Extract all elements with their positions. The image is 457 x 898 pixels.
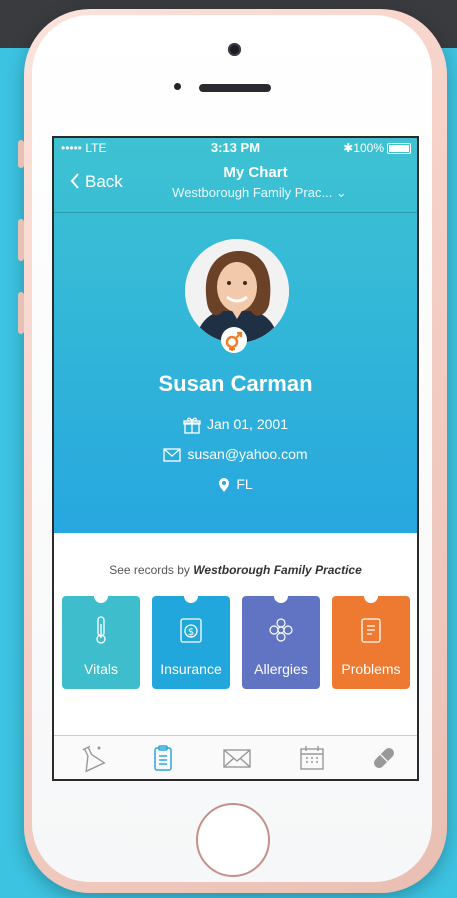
tab-chart[interactable]	[148, 743, 178, 773]
patient-name: Susan Carman	[158, 371, 313, 396]
earpiece-speaker	[199, 84, 271, 92]
birthday-row: Jan 01, 2001	[54, 416, 417, 434]
gender-badge	[221, 327, 247, 353]
pill-icon	[374, 748, 394, 768]
volume-up-button	[18, 219, 24, 261]
location-text: FL	[236, 476, 253, 492]
tile-problems[interactable]: Problems	[332, 595, 410, 689]
birthday-text: Jan 01, 2001	[207, 416, 288, 432]
tab-labs[interactable]	[76, 743, 106, 773]
mute-switch	[18, 140, 24, 168]
profile-header: ••••• LTE 3:13 PM ✱100% Back My Chart We…	[54, 138, 417, 533]
email-row: susan@yahoo.com	[54, 446, 417, 462]
tab-messages[interactable]	[222, 743, 252, 773]
app-screen: ••••• LTE 3:13 PM ✱100% Back My Chart We…	[52, 136, 419, 781]
flower-icon	[269, 618, 293, 642]
tile-insurance[interactable]: $ Insurance	[152, 595, 230, 689]
tile-notch	[364, 595, 378, 603]
tile-allergies[interactable]: Allergies	[242, 595, 320, 689]
battery-icon	[387, 143, 411, 154]
email-text: susan@yahoo.com	[187, 446, 308, 462]
battery-percent: ✱100%	[343, 141, 384, 155]
records-section: See records by Westborough Family Practi…	[54, 533, 417, 735]
home-button[interactable]	[196, 803, 270, 877]
status-bar: ••••• LTE 3:13 PM ✱100%	[54, 138, 417, 158]
chevron-left-icon	[70, 173, 79, 189]
practice-name: Westborough Family Practice	[193, 563, 362, 577]
page-title: My Chart	[223, 164, 288, 181]
gender-icon	[225, 331, 243, 351]
calendar-icon	[300, 746, 324, 770]
clipboard-icon	[154, 745, 172, 771]
navigation-bar: Back My Chart Westborough Family Prac...…	[54, 160, 417, 213]
tile-vitals[interactable]: Vitals	[62, 595, 140, 689]
tile-label: Vitals	[84, 661, 118, 677]
location-row: FL	[54, 476, 417, 493]
tile-label: Problems	[341, 661, 401, 677]
location-pin-icon	[219, 478, 230, 493]
tile-notch	[184, 595, 198, 603]
thermometer-icon	[96, 616, 106, 644]
svg-text:$: $	[188, 627, 194, 638]
practice-selector[interactable]: Westborough Family Prac... ⌄	[142, 185, 377, 201]
tab-bar	[54, 735, 417, 779]
tile-label: Allergies	[254, 661, 308, 677]
envelope-icon	[163, 448, 182, 462]
front-camera	[228, 43, 241, 56]
records-by-label: See records by Westborough Family Practi…	[109, 563, 362, 577]
tab-appointments[interactable]	[297, 743, 327, 773]
flask-icon	[82, 745, 106, 773]
volume-down-button	[18, 292, 24, 334]
tab-medications[interactable]	[369, 743, 399, 773]
tile-notch	[274, 595, 288, 603]
tile-label: Insurance	[160, 661, 222, 677]
proximity-sensor	[174, 83, 181, 90]
gift-icon	[183, 417, 201, 434]
tile-notch	[94, 595, 108, 603]
mail-icon	[223, 749, 251, 768]
document-icon	[361, 618, 381, 643]
dollar-doc-icon: $	[180, 618, 202, 643]
